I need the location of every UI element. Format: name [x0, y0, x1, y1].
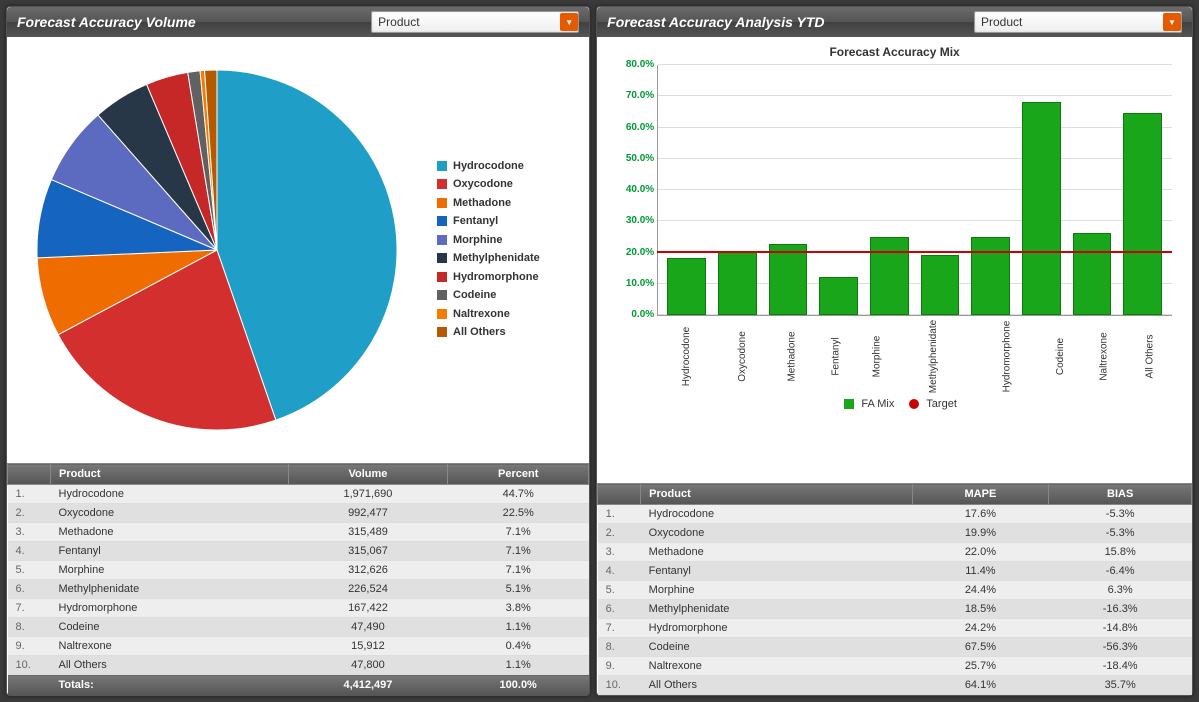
legend-item: Methadone [437, 195, 540, 212]
table-row: 9.Naltrexone15,9120.4% [8, 637, 589, 656]
mape-table: Product MAPE BIAS 1.Hydrocodone17.6%-5.3… [597, 483, 1192, 695]
volume-table: Product Volume Percent 1.Hydrocodone1,97… [7, 463, 589, 695]
bar-chart: Forecast Accuracy Mix 0.0%10.0%20.0%30.0… [597, 37, 1192, 483]
totals-percent: 100.0% [448, 675, 589, 696]
x-axis-label: Methylphenidate [897, 320, 972, 393]
legend-swatch-icon [437, 290, 447, 300]
bar [1022, 102, 1061, 315]
chevron-down-icon: ▼ [1163, 13, 1181, 31]
col-product: Product [641, 484, 912, 505]
panel-title: Forecast Accuracy Analysis YTD [607, 14, 824, 30]
legend-swatch-icon [437, 327, 447, 337]
table-row: 1.Hydrocodone17.6%-5.3% [598, 505, 1192, 524]
pie-chart: HydrocodoneOxycodone MethadoneFentanyl Mor… [7, 37, 589, 463]
bar [921, 255, 960, 315]
table-row: 10.All Others47,8001.1% [8, 656, 589, 675]
table-row: 3.Methadone22.0%15.8% [598, 543, 1192, 562]
col-product: Product [51, 464, 289, 485]
table-row: 4.Fentanyl315,0677.1% [8, 542, 589, 561]
table-row: 2.Oxycodone992,47722.5% [8, 504, 589, 523]
col-volume: Volume [288, 464, 448, 485]
bar [819, 277, 858, 315]
col-percent: Percent [448, 464, 589, 485]
table-row: 1.Hydrocodone1,971,69044.7% [8, 485, 589, 504]
legend-target: Target [926, 398, 957, 410]
legend-item: Methylphenidate [437, 250, 540, 267]
legend-item: Hydromorphone [437, 269, 540, 286]
table-row: 5.Morphine24.4%6.3% [598, 581, 1192, 600]
legend-item: Naltrexone [437, 306, 540, 323]
forecast-accuracy-volume-panel: Forecast Accuracy Volume Product ▼ Hydro… [6, 6, 590, 696]
col-mape: MAPE [912, 484, 1049, 505]
bar [718, 251, 757, 315]
table-row: 8.Codeine47,4901.1% [8, 618, 589, 637]
legend-swatch-icon [437, 216, 447, 226]
bar [870, 237, 909, 315]
legend-swatch-icon [437, 272, 447, 282]
panel-header-left: Forecast Accuracy Volume Product ▼ [7, 7, 589, 37]
fa-mix-swatch-icon [844, 399, 854, 409]
table-row: 10.All Others64.1%35.7% [598, 676, 1192, 695]
dropdown-value: Product [378, 15, 419, 29]
col-bias: BIAS [1049, 484, 1192, 505]
legend-item: Fentanyl [437, 213, 540, 230]
pie-legend: HydrocodoneOxycodone MethadoneFentanyl Mor… [437, 158, 540, 343]
target-swatch-icon [909, 399, 919, 409]
product-dropdown-left[interactable]: Product ▼ [371, 11, 579, 33]
table-row: 8.Codeine67.5%-56.3% [598, 638, 1192, 657]
legend-item: Morphine [437, 232, 540, 249]
table-row: 6.Methylphenidate18.5%-16.3% [598, 600, 1192, 619]
table-row: 4.Fentanyl11.4%-6.4% [598, 562, 1192, 581]
product-dropdown-right[interactable]: Product ▼ [974, 11, 1182, 33]
table-row: 7.Hydromorphone167,4223.8% [8, 599, 589, 618]
totals-volume: 4,412,497 [288, 675, 448, 696]
table-row: 7.Hydromorphone24.2%-14.8% [598, 619, 1192, 638]
bar [971, 237, 1010, 315]
table-row: 9.Naltrexone25.7%-18.4% [598, 657, 1192, 676]
legend-swatch-icon [437, 198, 447, 208]
bar-chart-title: Forecast Accuracy Mix [597, 45, 1192, 59]
target-line [657, 251, 1172, 253]
pie-chart-svg [17, 50, 417, 450]
bar-legend: FA Mix Target [597, 398, 1192, 410]
legend-swatch-icon [437, 179, 447, 189]
legend-swatch-icon [437, 253, 447, 263]
bar [769, 244, 808, 315]
legend-swatch-icon [437, 235, 447, 245]
table-row: 2.Oxycodone19.9%-5.3% [598, 524, 1192, 543]
forecast-accuracy-analysis-panel: Forecast Accuracy Analysis YTD Product ▼… [596, 6, 1193, 696]
dropdown-value: Product [981, 15, 1022, 29]
table-row: 3.Methadone315,4897.1% [8, 523, 589, 542]
x-axis-label: All Others [1113, 335, 1188, 379]
legend-swatch-icon [437, 309, 447, 319]
col-index [598, 484, 641, 505]
bar [1123, 113, 1162, 315]
table-row: 6.Methylphenidate226,5245.1% [8, 580, 589, 599]
bar [1073, 233, 1112, 315]
legend-item: Hydrocodone [437, 158, 540, 175]
legend-item: Oxycodone [437, 176, 540, 193]
col-index [8, 464, 51, 485]
legend-fa: FA Mix [861, 398, 894, 410]
legend-item: All Others [437, 324, 540, 341]
bar [667, 258, 706, 315]
legend-swatch-icon [437, 161, 447, 171]
table-row: 5.Morphine312,6267.1% [8, 561, 589, 580]
legend-item: Codeine [437, 287, 540, 304]
panel-header-right: Forecast Accuracy Analysis YTD Product ▼ [597, 7, 1192, 37]
panel-title: Forecast Accuracy Volume [17, 14, 196, 30]
chevron-down-icon: ▼ [560, 13, 578, 31]
totals-label: Totals: [51, 675, 289, 696]
